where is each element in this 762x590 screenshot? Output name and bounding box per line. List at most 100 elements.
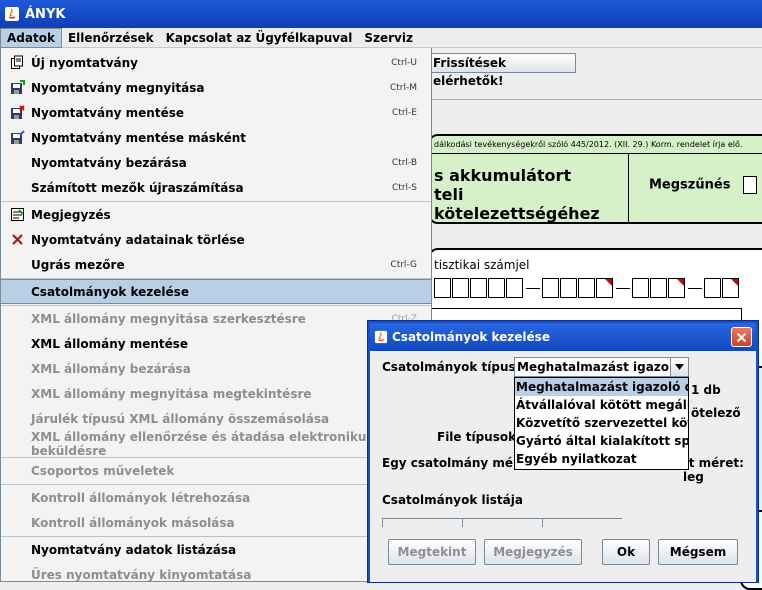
option-item[interactable]: Egyéb nyilatkozat (515, 450, 688, 468)
attachment-type-label: Csatolmányok típusa: (382, 360, 529, 374)
menu-item-goto-field[interactable]: Ugrás mezőre Ctrl-G (1, 252, 431, 277)
delete-x-icon (9, 232, 25, 248)
termination-label: Megszűnés (649, 177, 731, 193)
menu-item-xml-open-edit: XML állomány megnyitása szerkesztésre Ct… (1, 306, 431, 331)
menu-item-label: Új nyomtatvány (31, 55, 139, 70)
menu-item-attachments[interactable]: Csatolmányok kezelése (1, 279, 431, 304)
close-button[interactable] (731, 327, 752, 347)
java-app-icon (374, 330, 388, 344)
stat-number-label: tisztikai számjel (434, 258, 530, 272)
menu-item-shortcut: Ctrl-M (389, 82, 417, 93)
form-title-line-1: s akkumulátort (434, 166, 572, 185)
form-title-line-2: teli kötelezettségéhez (434, 185, 600, 223)
digit-box[interactable] (722, 278, 739, 298)
menu-item-print-empty: Üres nyomtatvány kinyomtatása (1, 562, 431, 582)
law-reference-text: dálkodási tevékenységekről szóló 445/201… (430, 136, 762, 154)
digit-box[interactable] (560, 278, 577, 298)
close-icon (736, 332, 747, 342)
menu-item-new-form[interactable]: Új nyomtatvány Ctrl-U (1, 50, 431, 75)
digit-box[interactable] (452, 278, 469, 298)
menu-item-label: XML állomány ellenőrzése és átadása elek… (31, 429, 374, 458)
menu-item-label: Ugrás mezőre (31, 257, 125, 272)
menu-item-xml-open-view: XML állomány megnyitása megtekintésre (1, 381, 431, 406)
dialog-title: Csatolmányok kezelése (392, 330, 550, 344)
termination-checkbox[interactable] (742, 176, 757, 194)
digit-box[interactable] (596, 278, 613, 298)
menu-item-control-create: Kontroll állományok létrehozása (1, 485, 431, 510)
updates-available-button[interactable]: Frissítések elérhetők! (428, 53, 576, 88)
note-button: Megjegyzés (484, 539, 582, 565)
option-item[interactable]: Átvállalóval kötött megállapodás (515, 396, 688, 414)
menu-item-batch-ops: Csoportos műveletek (1, 458, 431, 483)
menu-item-label: Kontroll állományok létrehozása (31, 490, 251, 505)
separator-dash (688, 287, 702, 289)
digit-box[interactable] (434, 278, 451, 298)
menu-adatok[interactable]: Adatok (0, 27, 62, 48)
digit-box[interactable] (578, 278, 595, 298)
ok-button[interactable]: Ok (602, 539, 650, 565)
menu-szerviz[interactable]: Szerviz (358, 28, 419, 48)
menu-item-label: Nyomtatvány mentése (31, 105, 184, 120)
save-form-icon (9, 105, 25, 121)
attachment-type-value: Meghatalmazást igazoló ... (517, 360, 670, 374)
digit-box[interactable] (470, 278, 487, 298)
toolbar-divider (432, 99, 762, 100)
digit-box[interactable] (650, 278, 667, 298)
stat-number-boxes[interactable] (434, 278, 740, 298)
java-app-icon (5, 7, 19, 21)
separator-dash (616, 287, 630, 289)
menu-item-label: XML állomány bezárása (31, 361, 191, 376)
cancel-button[interactable]: Mégsem (658, 539, 738, 565)
menu-item-label: Csoportos műveletek (31, 463, 175, 478)
termination-field: Megszűnés (628, 154, 762, 222)
separator-dash (526, 287, 540, 289)
attachment-list-label: Csatolmányok listája (382, 493, 523, 507)
menu-item-save-as[interactable]: Nyomtatvány mentése másként (1, 125, 431, 150)
attachment-list-header (382, 518, 622, 527)
view-button: Megtekint (388, 539, 476, 565)
menu-item-label: Nyomtatvány bezárása (31, 155, 187, 170)
menu-item-recalculate[interactable]: Számított mezők újraszámítása Ctrl-S (1, 175, 431, 200)
menu-item-label: Üres nyomtatvány kinyomtatása (31, 567, 252, 582)
menu-item-label: XML állomány mentése (31, 336, 189, 351)
menu-kapcsolat-ugyfelkapu[interactable]: Kapcsolat az Ügyfélkapuval (160, 28, 359, 48)
menu-item-xml-save[interactable]: XML állomány mentése (1, 331, 431, 356)
digit-box[interactable] (488, 278, 505, 298)
digit-box[interactable] (506, 278, 523, 298)
file-types-label: File típusok: (437, 430, 521, 444)
dialog-titlebar: Csatolmányok kezelése (370, 323, 756, 351)
menu-item-note[interactable]: Megjegyzés (1, 202, 431, 227)
menu-item-save-form[interactable]: Nyomtatvány mentése Ctrl-E (1, 100, 431, 125)
menu-item-label: XML állomány megnyitása szerkesztésre (31, 311, 306, 326)
menu-item-xml-check-submit: XML állomány ellenőrzése és átadása elek… (1, 429, 431, 458)
menu-item-label: Megjegyzés (31, 207, 111, 222)
total-size-label: tt méret: leg (683, 456, 744, 484)
menu-item-control-copy: Kontroll állományok másolása (1, 510, 431, 535)
option-item[interactable]: Közvetítő szervezettel kötött megállapod… (515, 414, 688, 432)
attachment-type-options: Meghatalmazást igazoló dokumentum Átváll… (514, 377, 689, 470)
form-title: s akkumulátort teli kötelezettségéhez (430, 154, 630, 223)
digit-box[interactable] (704, 278, 721, 298)
menu-item-open-form[interactable]: Nyomtatvány megnyitása Ctrl-M (1, 75, 431, 100)
menu-item-label: Számított mezők újraszámítása (31, 180, 244, 195)
digit-box[interactable] (668, 278, 685, 298)
menu-item-label: Nyomtatvány adatainak törlése (31, 232, 245, 247)
menu-item-delete-data[interactable]: Nyomtatvány adatainak törlése (1, 227, 431, 252)
count-suffix: 1 db (691, 383, 721, 397)
chevron-down-icon[interactable] (670, 358, 688, 376)
new-form-icon (9, 55, 25, 71)
menu-item-xml-merge: Járulék típusú XML állomány összemásolás… (1, 406, 431, 431)
option-item[interactable]: Gyártó által kialakított speciális (515, 432, 688, 450)
attachment-type-select[interactable]: Meghatalmazást igazoló ... (514, 357, 689, 377)
menu-item-close-form[interactable]: Nyomtatvány bezárása Ctrl-B (1, 150, 431, 175)
digit-box[interactable] (632, 278, 649, 298)
note-icon (9, 207, 25, 223)
menu-item-list-data[interactable]: Nyomtatvány adatok listázása (1, 537, 431, 562)
window-title: ÁNYK (25, 6, 66, 22)
save-as-icon (9, 130, 25, 146)
menu-item-shortcut: Ctrl-E (392, 107, 417, 118)
digit-box[interactable] (542, 278, 559, 298)
window-titlebar: ÁNYK (0, 0, 762, 28)
option-item[interactable]: Meghatalmazást igazoló dokumentum (515, 378, 688, 396)
menu-ellenorzesek[interactable]: Ellenőrzések (62, 28, 160, 48)
